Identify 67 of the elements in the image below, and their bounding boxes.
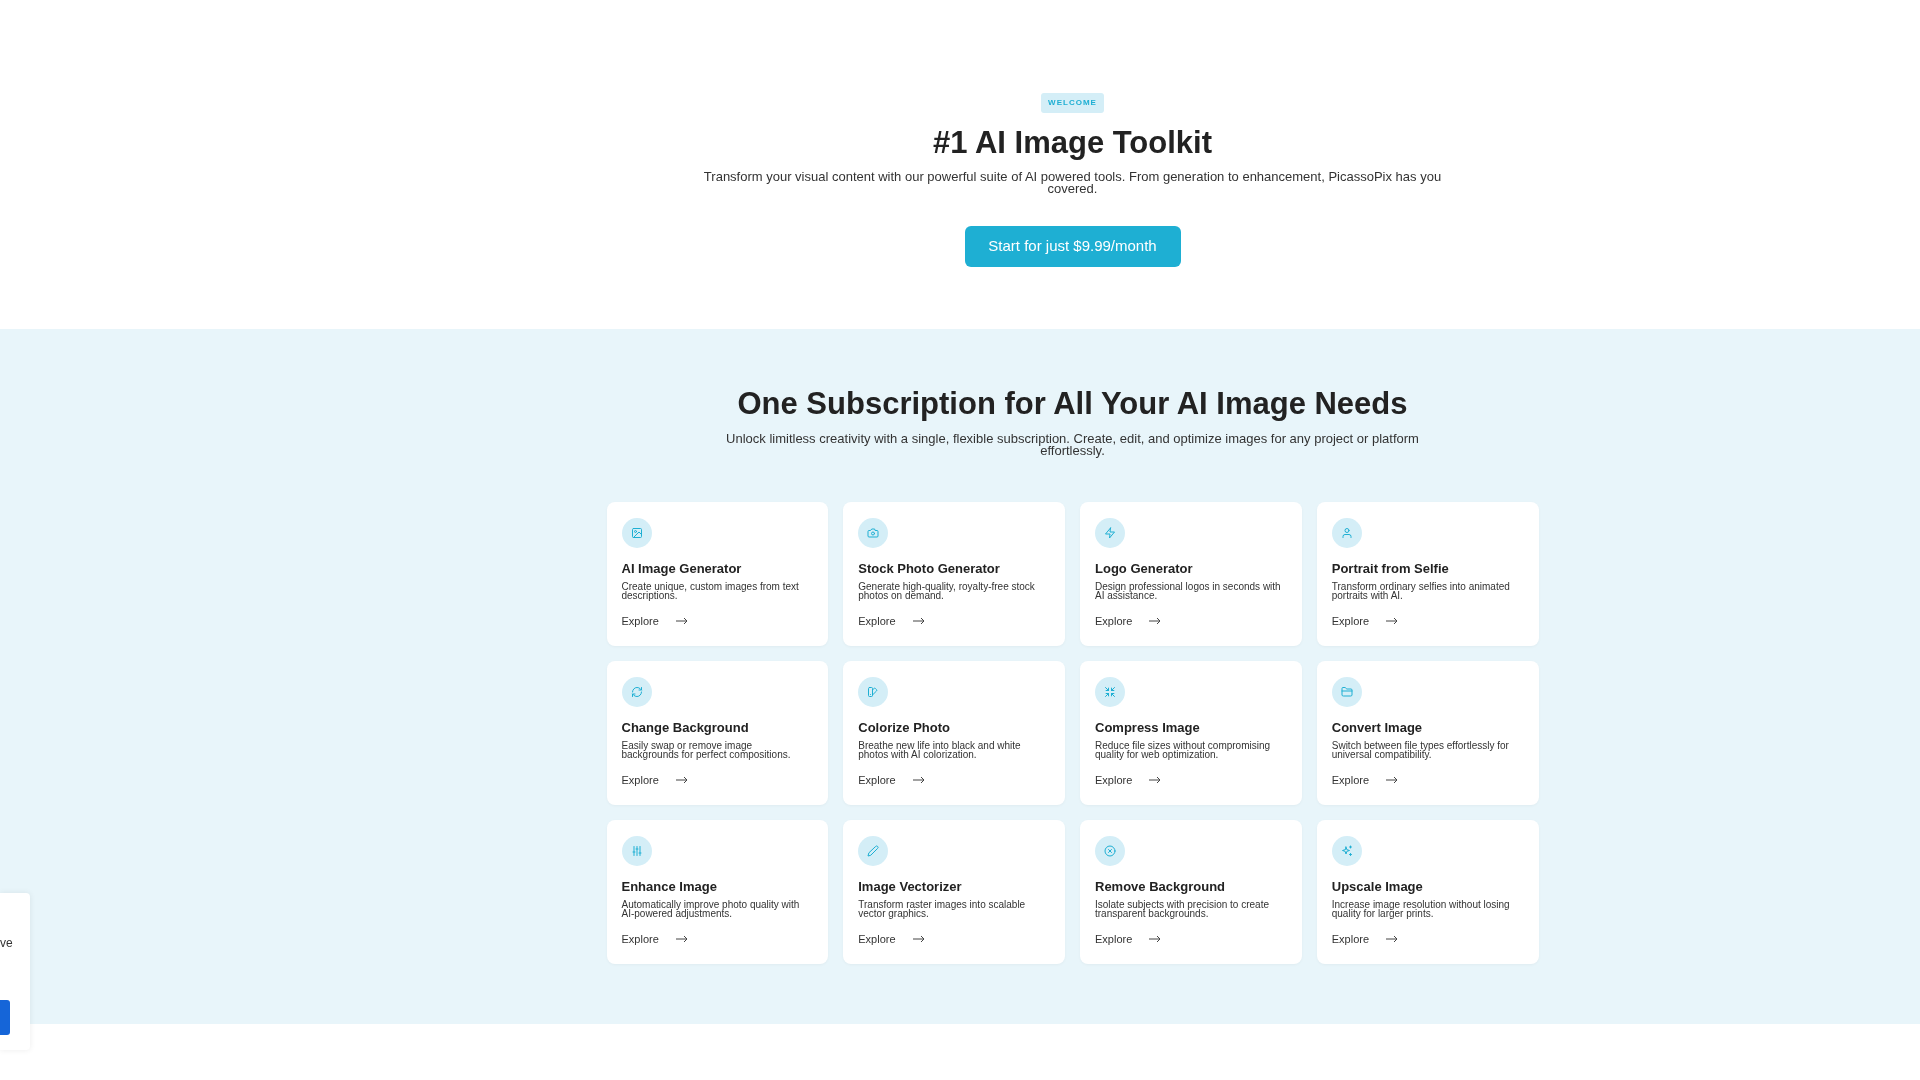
arrow-right-icon [675,776,688,784]
popup-button[interactable] [0,1000,10,1035]
sparkles-icon [1331,836,1362,866]
card-title: Colorize Photo [858,720,950,736]
card-title: Change Background [621,720,749,736]
explore-link[interactable]: Explore [621,932,688,946]
arrow-right-icon [912,776,925,784]
arrow-right-icon [1149,776,1162,784]
card-title: Enhance Image [621,879,717,895]
card-description: Design professional logos in seconds with AI assistance. [1095,582,1281,600]
card-description: Switch between file types effortlessly for universal compatibility. [1331,741,1510,759]
hero-title: #1 AI Image Toolkit [932,124,1213,162]
arrow-right-icon [1149,617,1162,625]
folder-icon [1331,677,1362,707]
swatch-icon [858,677,889,707]
hero-subtitle: Transform your visual content with our powerful suite of AI powered tools. From generation to enhancement, PicassoPix has you covered. [702,171,1443,195]
image-icon [621,518,652,548]
lightning-icon [1095,518,1125,548]
card-title: Remove Background [1095,879,1226,895]
explore-link[interactable]: Explore [858,773,925,787]
explore-link[interactable]: Explore [1331,932,1399,946]
arrow-right-icon [675,935,688,943]
card-title: AI Image Generator [621,561,742,577]
card-description: Easily swap or remove image backgrounds for perfect compositions. [621,741,792,759]
explore-link[interactable]: Explore [1095,773,1162,787]
card-description: Isolate subjects with precision to create transparent backgrounds. [1095,900,1270,918]
pen-icon [858,836,889,866]
arrows-inward-icon [1095,677,1125,707]
explore-link[interactable]: Explore [1095,614,1162,628]
explore-link[interactable]: Explore [858,932,925,946]
explore-link[interactable]: Explore [621,773,688,787]
card-title: Convert Image [1331,720,1423,736]
card-description: Transform raster images into scalable vector graphics. [858,900,1027,918]
sliders-icon [621,836,652,866]
section-heading: One Subscription for All Your AI Image Needs [737,385,1408,423]
card-title: Compress Image [1095,720,1200,736]
explore-link[interactable]: Explore [1095,932,1162,946]
card-description: Transform ordinary selfies into animated portraits with AI. [1331,582,1511,600]
camera-icon [858,518,889,548]
card-description: Reduce file sizes without compromising quality for web optimization. [1095,741,1272,759]
card-title: Portrait from Selfie [1331,561,1449,577]
popup-text: ve [0,936,13,950]
arrow-right-icon [1149,935,1162,943]
card-description: Generate high-quality, royalty-free stock photos on demand. [858,582,1036,600]
explore-link[interactable]: Explore [1331,773,1399,787]
card-description: Create unique, custom images from text descriptions. [621,582,800,600]
arrow-right-icon [1386,617,1399,625]
arrow-right-icon [1386,935,1399,943]
card-description: Increase image resolution without losing quality for larger prints. [1331,900,1511,918]
card-title: Image Vectorizer [858,879,962,895]
refresh-icon [621,677,652,707]
card-description: Automatically improve photo quality with AI-powered adjustments. [621,900,801,918]
section-subtitle: Unlock limitless creativity with a single, flexible subscription. Create, edit, and optimize images for any project or platform effortlessly. [725,433,1420,457]
welcome-badge: WELCOME [1041,93,1104,113]
circle-x-icon [1095,836,1125,866]
explore-link[interactable]: Explore [1331,614,1399,628]
card-description: Breathe new life into black and white photos with AI colorization. [858,741,1022,759]
card-title: Logo Generator [1095,561,1193,577]
arrow-right-icon [1386,776,1399,784]
arrow-right-icon [912,617,925,625]
arrow-right-icon [675,617,688,625]
explore-link[interactable]: Explore [621,614,688,628]
user-icon [1331,518,1362,548]
card-title: Stock Photo Generator [858,561,1000,577]
arrow-right-icon [912,935,925,943]
explore-link[interactable]: Explore [858,614,925,628]
card-title: Upscale Image [1331,879,1423,895]
